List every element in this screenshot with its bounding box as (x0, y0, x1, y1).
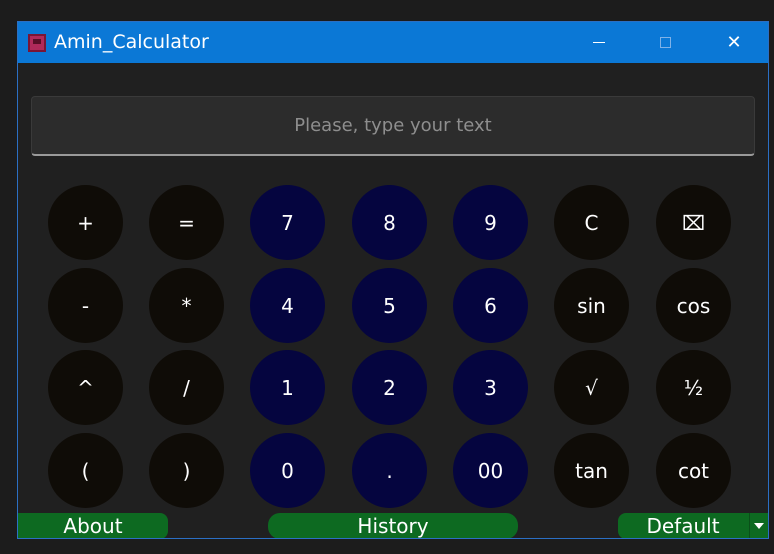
key-digit-7-button[interactable]: 7 (250, 185, 325, 260)
calculator-window: Amin_Calculator ✕ + = 789C ⌧ -* 456 sincos ^ / 12… (17, 21, 769, 539)
key-half-button[interactable]: ½ (656, 350, 731, 425)
key-power-button[interactable]: ^ (48, 350, 123, 425)
close-button[interactable]: ✕ (711, 22, 757, 63)
window-title: Amin_Calculator (54, 31, 209, 53)
key-digit-6-button[interactable]: 6 (453, 268, 528, 343)
minimize-button[interactable] (576, 22, 622, 63)
theme-select-value: Default (646, 514, 720, 538)
maximize-icon (659, 37, 671, 48)
calculator-app-icon (28, 34, 46, 52)
expression-input-box[interactable] (31, 96, 755, 156)
key-digit-1-button[interactable]: 1 (250, 350, 325, 425)
key-plus-button[interactable]: + (48, 185, 123, 260)
chevron-down-icon (754, 523, 764, 529)
close-icon: ✕ (726, 31, 742, 53)
key-digit-8-button[interactable]: 8 (352, 185, 427, 260)
key-digit-4-button[interactable]: 4 (250, 268, 325, 343)
maximize-button[interactable] (642, 22, 688, 63)
about-button[interactable]: About (18, 513, 168, 538)
key-cos-button[interactable]: cos (656, 268, 731, 343)
title-bar: Amin_Calculator ✕ (18, 22, 768, 63)
key-sin-button[interactable]: sin (554, 268, 629, 343)
theme-select[interactable]: Default (618, 513, 768, 538)
key-minus-button[interactable]: - (48, 268, 123, 343)
key-double-zero-button[interactable]: 00 (453, 433, 528, 508)
key-sqrt-button[interactable]: √ (554, 350, 629, 425)
key-decimal-button[interactable]: . (352, 433, 427, 508)
key-close-paren-button[interactable]: ) (149, 433, 224, 508)
key-tan-button[interactable]: tan (554, 433, 629, 508)
key-equals-button[interactable]: = (149, 185, 224, 260)
key-backspace-button[interactable]: ⌧ (656, 185, 731, 260)
key-digit-3-button[interactable]: 3 (453, 350, 528, 425)
key-digit-0-button[interactable]: 0 (250, 433, 325, 508)
minimize-icon (593, 42, 605, 43)
key-cot-button[interactable]: cot (656, 433, 731, 508)
key-digit-5-button[interactable]: 5 (352, 268, 427, 343)
key-clear-button[interactable]: C (554, 185, 629, 260)
expression-input[interactable] (32, 96, 754, 155)
key-divide-button[interactable]: / (149, 350, 224, 425)
history-button[interactable]: History (268, 513, 518, 538)
key-multiply-button[interactable]: * (149, 268, 224, 343)
dropdown-arrow-button[interactable] (749, 513, 768, 538)
key-open-paren-button[interactable]: ( (48, 433, 123, 508)
key-digit-9-button[interactable]: 9 (453, 185, 528, 260)
key-digit-2-button[interactable]: 2 (352, 350, 427, 425)
